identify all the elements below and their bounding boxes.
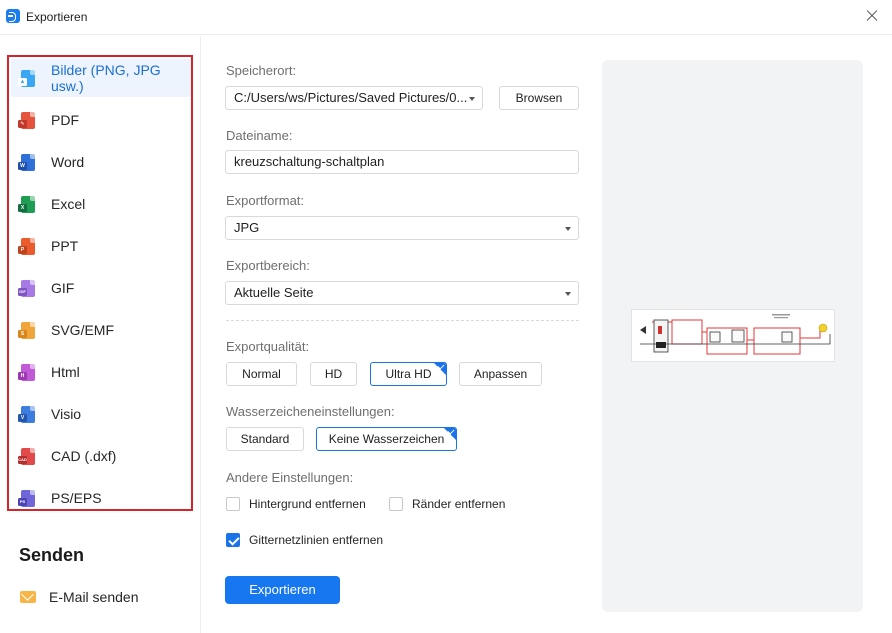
watermark-none-button[interactable]: Keine Wasserzeichen xyxy=(316,427,457,451)
image-file-icon: ▲ xyxy=(18,69,35,87)
checkbox-label: Gitternetzlinien entfernen xyxy=(249,533,384,547)
remove-borders-checkbox[interactable] xyxy=(389,497,403,511)
format-label: GIF xyxy=(51,280,75,296)
watermark-standard-button[interactable]: Standard xyxy=(226,427,304,451)
remove-background-checkbox[interactable] xyxy=(226,497,240,511)
format-select[interactable]: JPG xyxy=(225,216,579,240)
ppt-file-icon: P xyxy=(18,237,35,255)
location-select[interactable]: C:/Users/ws/Pictures/Saved Pictures/0... xyxy=(225,86,483,110)
word-file-icon: W xyxy=(18,153,35,171)
range-select[interactable]: Aktuelle Seite xyxy=(225,281,579,305)
format-item-pdf[interactable]: ✎ PDF xyxy=(11,101,191,139)
send-email-item[interactable]: E-Mail senden xyxy=(20,589,139,605)
quality-custom-button[interactable]: Anpassen xyxy=(459,362,542,386)
format-label: Excel xyxy=(51,196,86,212)
format-label: SVG/EMF xyxy=(51,322,115,338)
format-item-html[interactable]: H Html xyxy=(11,353,191,391)
browse-button[interactable]: Browsen xyxy=(499,86,579,110)
filename-label: Dateiname: xyxy=(226,128,293,143)
app-logo-icon xyxy=(6,9,20,23)
remove-background-option[interactable]: Hintergrund entfernen xyxy=(226,497,366,511)
format-label: PPT xyxy=(51,238,79,254)
preview-panel xyxy=(602,60,863,612)
format-item-cad[interactable]: CAD CAD (.dxf) xyxy=(11,437,191,475)
format-item-ppt[interactable]: P PPT xyxy=(11,227,191,265)
format-label: Exportformat: xyxy=(226,193,305,208)
format-label: Visio xyxy=(51,406,82,422)
format-label: Bilder (PNG, JPG usw.) xyxy=(51,62,161,94)
remove-borders-option[interactable]: Ränder entfernen xyxy=(389,497,505,511)
format-label: Word xyxy=(51,154,85,170)
export-button[interactable]: Exportieren xyxy=(225,576,340,604)
quality-ultra-hd-button[interactable]: Ultra HD xyxy=(370,362,447,386)
watermark-label: Wasserzeicheneinstellungen: xyxy=(226,404,395,419)
pdf-file-icon: ✎ xyxy=(18,111,35,129)
quality-normal-button[interactable]: Normal xyxy=(226,362,297,386)
location-label: Speicherort: xyxy=(226,63,297,78)
quality-label: Exportqualität: xyxy=(226,339,310,354)
cad-file-icon: CAD xyxy=(18,447,35,465)
window-title: Exportieren xyxy=(26,10,88,24)
format-item-svg[interactable]: S SVG/EMF xyxy=(11,311,191,349)
ps-file-icon: PS xyxy=(18,489,35,507)
format-list: ▲ Bilder (PNG, JPG usw.) ✎ PDF W Word X … xyxy=(7,55,193,511)
excel-file-icon: X xyxy=(18,195,35,213)
circuit-diagram-preview xyxy=(640,314,831,355)
range-label: Exportbereich: xyxy=(226,258,310,273)
other-settings-label: Andere Einstellungen: xyxy=(226,470,354,485)
checkbox-label: Ränder entfernen xyxy=(412,497,506,511)
visio-file-icon: V xyxy=(18,405,35,423)
mail-icon xyxy=(20,591,36,603)
format-label: CAD (.dxf) xyxy=(51,448,117,464)
gif-file-icon: GIF xyxy=(18,279,35,297)
remove-gridlines-option[interactable]: Gitternetzlinien entfernen xyxy=(226,533,383,547)
format-label: PS/EPS xyxy=(51,490,102,506)
quality-hd-button[interactable]: HD xyxy=(310,362,357,386)
format-item-excel[interactable]: X Excel xyxy=(11,185,191,223)
section-divider xyxy=(226,320,579,321)
svg-file-icon: S xyxy=(18,321,35,339)
title-bar: Exportieren xyxy=(0,0,892,35)
preview-thumbnail xyxy=(631,309,835,362)
remove-gridlines-checkbox[interactable] xyxy=(226,533,240,547)
format-item-word[interactable]: W Word xyxy=(11,143,191,181)
send-section-title: Senden xyxy=(19,545,85,565)
format-item-visio[interactable]: V Visio xyxy=(11,395,191,433)
html-file-icon: H xyxy=(18,363,35,381)
close-icon[interactable] xyxy=(862,6,882,26)
checkbox-label: Hintergrund entfernen xyxy=(249,497,366,511)
format-label: Html xyxy=(51,364,80,380)
format-label: PDF xyxy=(51,112,79,128)
format-item-ps[interactable]: PS PS/EPS xyxy=(11,479,191,517)
email-label: E-Mail senden xyxy=(49,589,139,605)
sidebar: ▲ Bilder (PNG, JPG usw.) ✎ PDF W Word X … xyxy=(0,36,201,633)
format-item-images[interactable]: ▲ Bilder (PNG, JPG usw.) xyxy=(11,59,191,97)
format-item-gif[interactable]: GIF GIF xyxy=(11,269,191,307)
filename-input[interactable]: kreuzschaltung-schaltplan xyxy=(225,150,579,174)
